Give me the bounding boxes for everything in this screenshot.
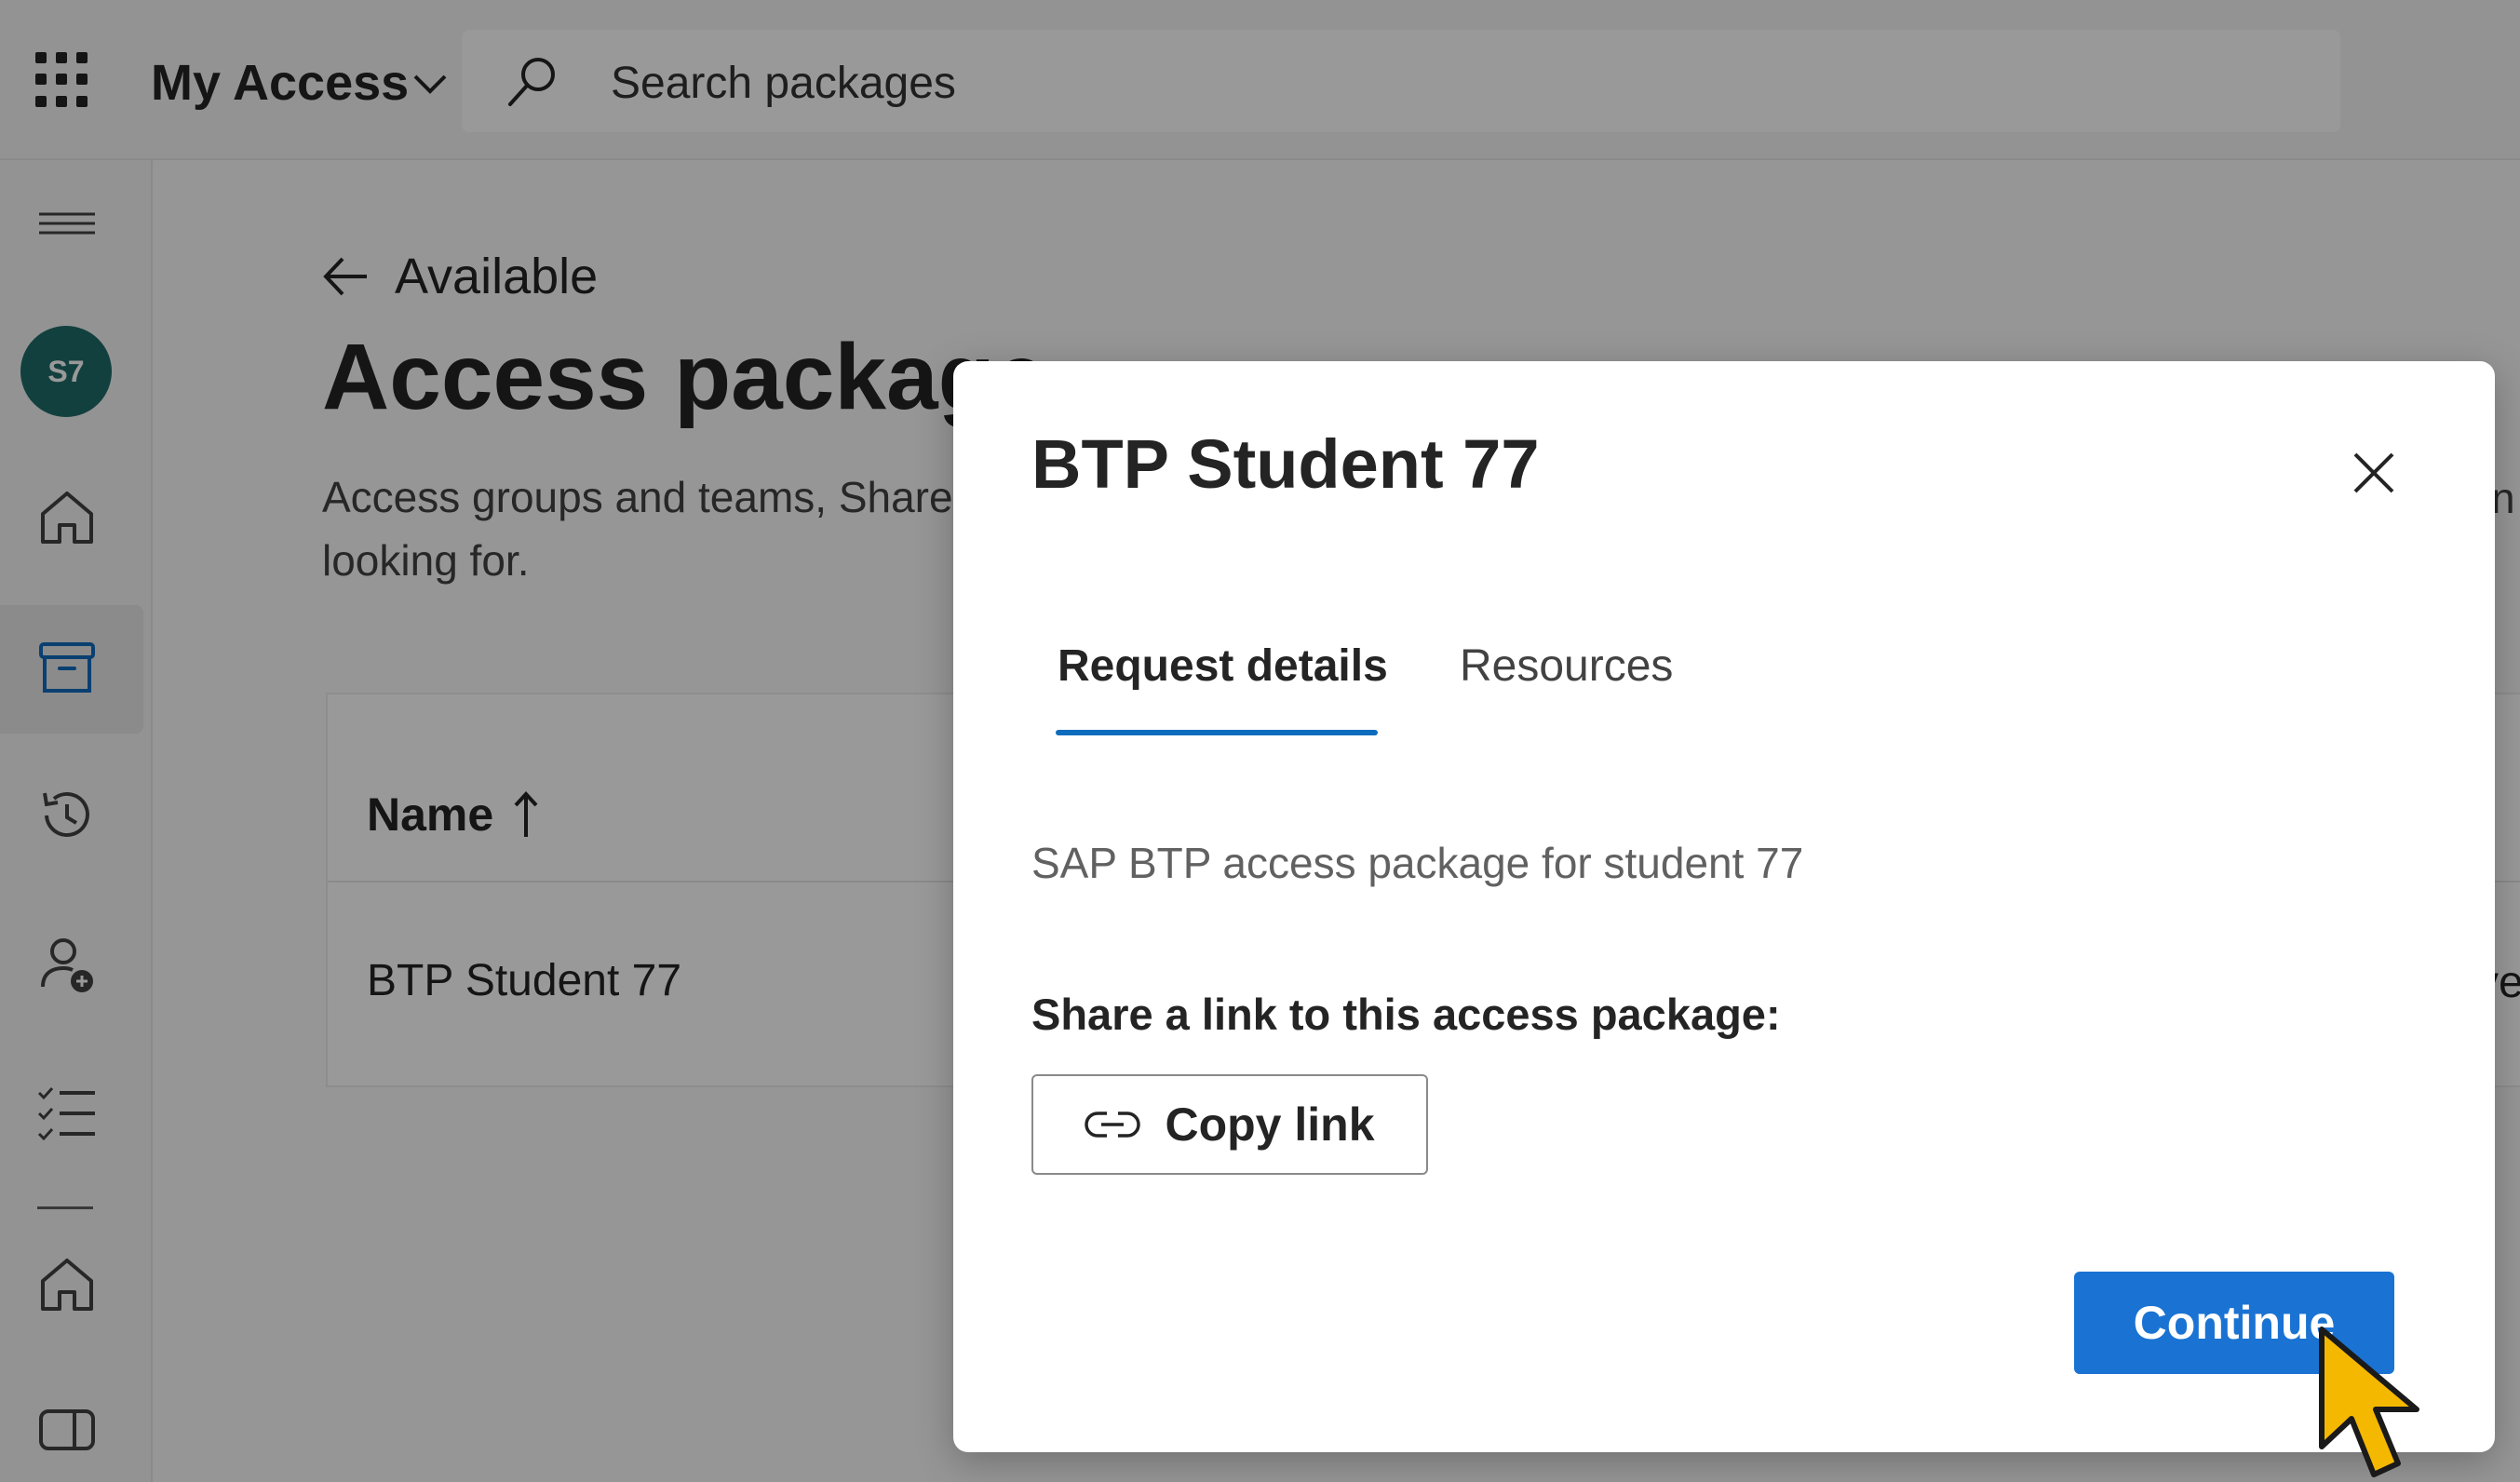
active-tab-indicator <box>1056 730 1378 735</box>
copy-link-button[interactable]: Copy link <box>1031 1074 1428 1175</box>
dialog-title: BTP Student 77 <box>1031 425 1540 503</box>
tab-resources[interactable]: Resources <box>1460 640 1673 724</box>
continue-label: Continue <box>2133 1297 2336 1349</box>
share-link-label: Share a link to this access package: <box>1031 990 1781 1039</box>
package-description: SAP BTP access package for student 77 <box>1031 839 1804 887</box>
close-button[interactable] <box>2338 438 2409 508</box>
copy-link-label: Copy link <box>1165 1098 1375 1151</box>
close-icon <box>2353 452 2394 493</box>
link-icon <box>1085 1112 1141 1138</box>
mouse-pointer-icon <box>2319 1327 2419 1477</box>
tab-request-details[interactable]: Request details <box>1058 640 1388 724</box>
package-dialog: BTP Student 77 Request details Resources… <box>953 361 2495 1452</box>
